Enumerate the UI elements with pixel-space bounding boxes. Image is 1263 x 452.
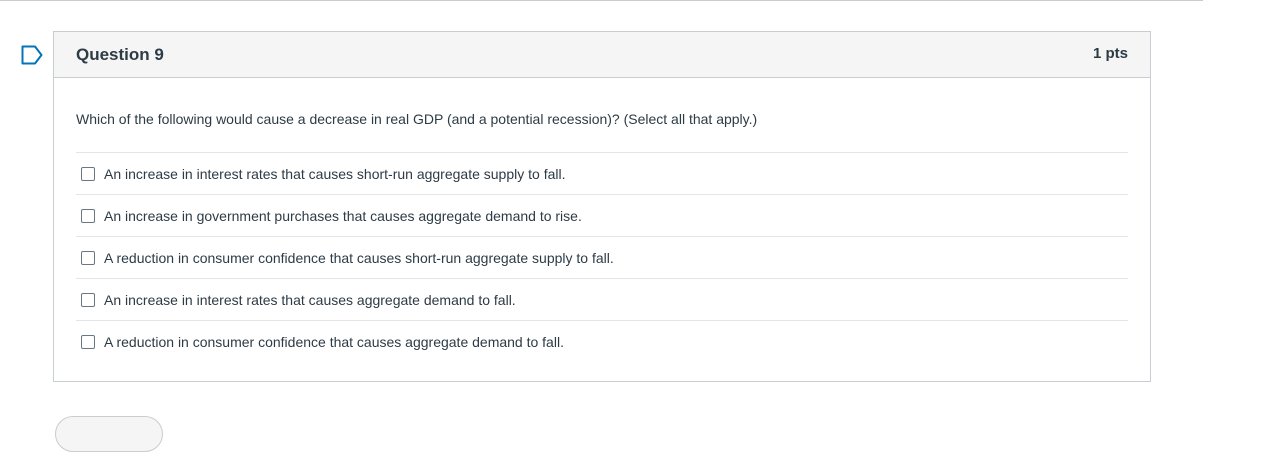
question-text: Which of the following would cause a dec… (76, 111, 758, 127)
answer-list: An increase in interest rates that cause… (76, 152, 1128, 362)
question-card: Question 9 1 pts Which of the following … (53, 31, 1151, 382)
answer-checkbox[interactable] (81, 208, 95, 223)
answer-option[interactable]: An increase in interest rates that cause… (76, 279, 1128, 321)
answer-checkbox[interactable] (81, 334, 95, 349)
answer-option[interactable]: An increase in government purchases that… (76, 195, 1128, 237)
answer-option[interactable]: A reduction in consumer confidence that … (76, 237, 1128, 279)
answer-checkbox[interactable] (81, 292, 95, 307)
answer-label: An increase in interest rates that cause… (104, 291, 516, 308)
flag-question-icon[interactable] (21, 45, 43, 65)
question-header: Question 9 1 pts (54, 32, 1150, 78)
question-points: 1 pts (1092, 45, 1128, 62)
answer-label: A reduction in consumer confidence that … (104, 249, 614, 266)
answer-label: An increase in government purchases that… (104, 207, 582, 224)
question-title: Question 9 (76, 45, 164, 64)
question-body: Which of the following would cause a dec… (54, 78, 1150, 362)
answer-checkbox[interactable] (81, 250, 95, 265)
top-divider (0, 0, 1203, 1)
answer-label: A reduction in consumer confidence that … (104, 333, 564, 350)
answer-label: An increase in interest rates that cause… (104, 165, 566, 182)
answer-option[interactable]: A reduction in consumer confidence that … (76, 321, 1128, 362)
answer-option[interactable]: An increase in interest rates that cause… (76, 153, 1128, 195)
answer-checkbox[interactable] (81, 166, 95, 181)
next-button[interactable] (55, 416, 163, 452)
